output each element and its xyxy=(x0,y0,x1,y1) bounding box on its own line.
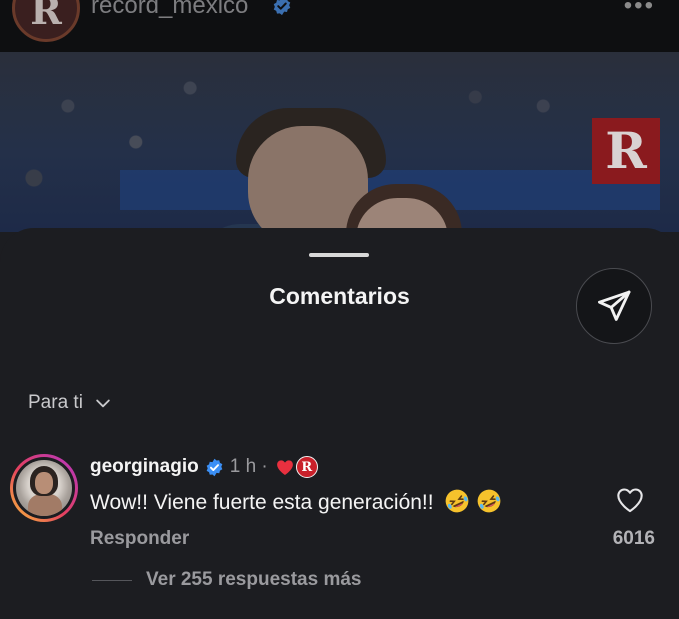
rolling-on-floor-laughing-emoji-icon xyxy=(446,489,469,513)
record-watermark-logo: R xyxy=(592,118,660,184)
verified-badge-icon xyxy=(273,0,291,16)
avatar-logo-letter: R xyxy=(30,0,62,33)
like-heart-icon[interactable] xyxy=(616,487,644,513)
rolling-on-floor-laughing-emoji-icon xyxy=(478,489,501,513)
sort-label: Para ti xyxy=(28,392,83,413)
comment-text: Wow!! Viene fuerte esta generación!! xyxy=(90,491,434,514)
comment-meta: georginagio 1 h · R xyxy=(90,456,318,478)
chevron-down-icon xyxy=(96,399,110,408)
more-options-icon[interactable]: ••• xyxy=(624,0,655,20)
view-replies-button[interactable]: Ver 255 respuestas más xyxy=(92,569,362,591)
post-author-username[interactable]: record_mexico xyxy=(91,0,248,20)
comment-timestamp: 1 h · xyxy=(229,456,268,477)
sort-dropdown[interactable]: Para ti xyxy=(28,392,113,414)
sheet-drag-handle[interactable] xyxy=(309,253,369,257)
comments-sheet: Comentarios Para ti georginagio 1 h · R … xyxy=(0,228,679,619)
creator-liked-heart-icon xyxy=(276,459,293,475)
view-replies-label: Ver 255 respuestas más xyxy=(146,569,362,590)
replies-divider-line xyxy=(92,579,132,581)
watermark-letter: R xyxy=(605,121,647,180)
commenter-avatar[interactable] xyxy=(10,454,78,522)
share-button[interactable] xyxy=(576,268,652,344)
verified-badge-icon xyxy=(206,458,223,476)
creator-avatar-letter: R xyxy=(301,459,313,475)
creator-avatar-mini: R xyxy=(295,456,318,478)
reply-button[interactable]: Responder xyxy=(90,528,189,550)
send-icon xyxy=(598,290,631,321)
post-photo: R xyxy=(0,52,679,232)
post-header: R record_mexico ••• xyxy=(0,0,679,52)
like-count: 6016 xyxy=(612,528,655,549)
post-author-avatar[interactable]: R xyxy=(12,0,80,42)
comment-body: Wow!! Viene fuerte esta generación!! xyxy=(90,487,503,515)
commenter-username[interactable]: georginagio xyxy=(90,456,199,478)
